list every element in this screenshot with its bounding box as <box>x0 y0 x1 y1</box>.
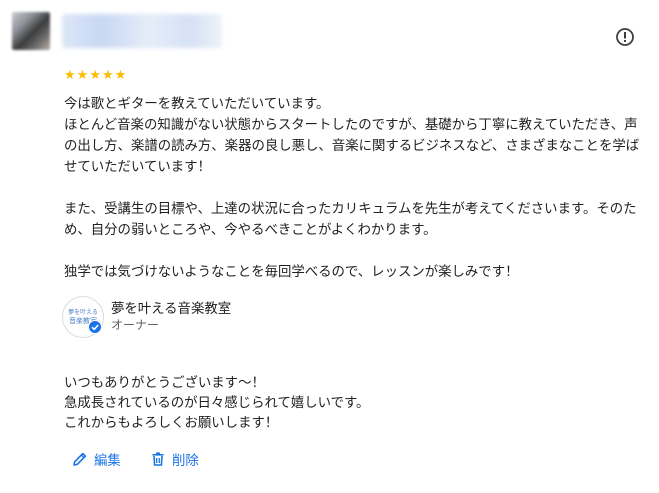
owner-logo-text-1: 夢を叶える <box>68 309 98 316</box>
star-rating: ★ ★ ★ ★ ★ <box>64 69 126 83</box>
owner-reply-text: いつもありがとうございます～！ 急成長されているのが日々感じられて嬉しいです。 … <box>64 376 370 431</box>
star-icon: ★ <box>89 68 101 83</box>
star-icon: ★ <box>114 68 127 83</box>
exclamation-circle-icon <box>616 28 634 46</box>
owner-name: 夢を叶える音楽教室 <box>111 302 232 317</box>
edit-button[interactable]: 編集 <box>72 449 121 469</box>
star-icon: ★ <box>76 68 89 83</box>
reviewer-avatar[interactable] <box>12 12 50 50</box>
owner-role: オーナー <box>111 318 160 332</box>
delete-button[interactable]: 削除 <box>150 449 199 469</box>
edit-label: 編集 <box>94 454 121 469</box>
report-button[interactable] <box>614 26 636 48</box>
verified-badge-icon <box>88 320 102 334</box>
review-text: 今は歌とギターを教えていただいています。 ほとんど音楽の知識がない状態からスター… <box>64 97 640 280</box>
pencil-icon <box>73 452 87 466</box>
delete-label: 削除 <box>172 454 199 469</box>
reviewer-name[interactable] <box>62 14 222 48</box>
star-icon: ★ <box>101 68 114 83</box>
trash-icon <box>152 452 164 466</box>
star-icon: ★ <box>64 68 76 83</box>
